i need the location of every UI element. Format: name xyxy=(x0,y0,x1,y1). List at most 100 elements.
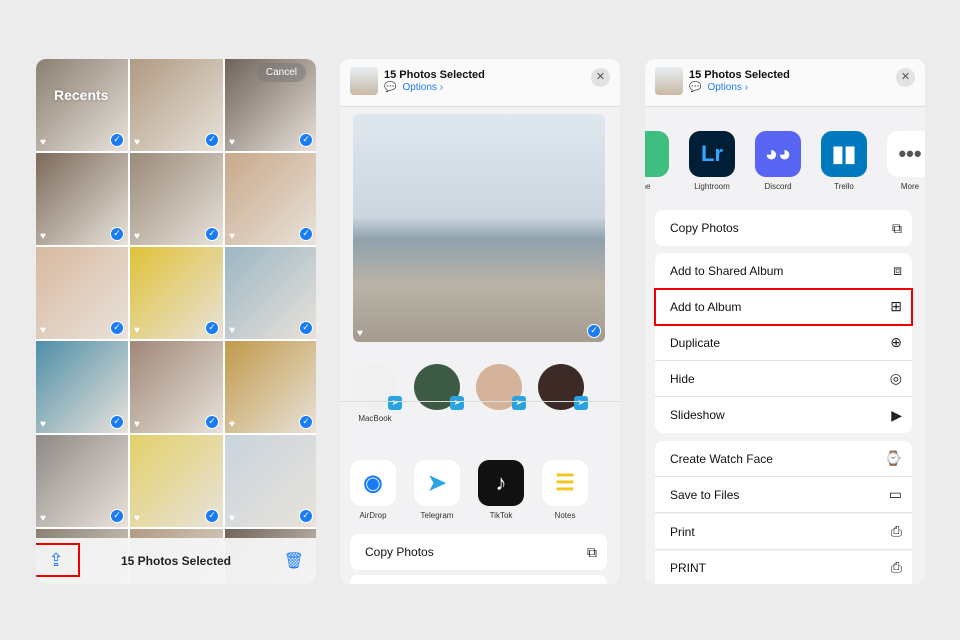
photo-thumbnail[interactable]: ♥ ✓ xyxy=(225,247,316,339)
photos-panel: ♥ ✓ ♥ ✓ ♥ ✓ ♥ ✓ ♥ ✓ ♥ ✓ ♥ ✓ ♥ ✓ ♥ ✓ ♥ ✓ ♥ ✓ ♥ ✓ ♥ ✓ ♥ ✓ ♥ ✓ Recents C… xyxy=(36,59,316,584)
photo-thumbnail[interactable]: ♥ ✓ xyxy=(130,341,223,433)
app-lightroom[interactable]: Lr Lightroom xyxy=(689,131,735,191)
checkmark-icon: ✓ xyxy=(205,415,219,429)
app-ne[interactable]: ne xyxy=(645,131,669,191)
app-more[interactable]: ••• More xyxy=(887,131,925,191)
checkmark-icon: ✓ xyxy=(299,133,313,147)
action-slideshow[interactable]: Slideshow ▶ xyxy=(655,397,912,433)
app-discord[interactable]: ◕◕ Discord xyxy=(755,131,801,191)
checkmark-icon: ✓ xyxy=(110,321,124,335)
discord-icon: ◕◕ xyxy=(755,131,801,177)
share-sheet-actions: 15 Photos Selected 💬Options › ✕ ne LrLigh… xyxy=(645,59,925,584)
photo-thumbnail[interactable]: ♥ ✓ xyxy=(225,435,316,527)
checkmark-icon: ✓ xyxy=(110,133,124,147)
notes-icon: ☰ xyxy=(542,460,588,506)
photo-thumbnail[interactable]: ♥ ✓ xyxy=(225,153,316,245)
checkmark-icon: ✓ xyxy=(299,227,313,241)
action-icon: ⌚ xyxy=(884,450,902,466)
heart-icon: ♥ xyxy=(134,513,140,524)
checkmark-icon: ✓ xyxy=(205,133,219,147)
heart-icon: ♥ xyxy=(229,137,235,148)
photo-thumbnail[interactable]: ♥ ✓ xyxy=(36,247,128,339)
action-icon: ◎ xyxy=(889,370,902,386)
app-telegram[interactable]: ➤ Telegram xyxy=(414,460,460,520)
bottom-toolbar: ⇪ 15 Photos Selected 🗑 xyxy=(36,538,316,584)
heart-icon: ♥ xyxy=(134,325,140,336)
heart-icon: ♥ xyxy=(134,231,140,242)
heart-icon: ♥ xyxy=(229,419,235,430)
share-button[interactable]: ⇪ xyxy=(36,543,80,577)
comment-icon: 💬 xyxy=(384,82,397,93)
action-icon: ⎙ xyxy=(890,559,902,575)
heart-icon: ♥ xyxy=(134,419,140,430)
share-sheet-preview: 15 Photos Selected 💬 Options › ✕ ✓ ♥ ➤ MacB… xyxy=(340,59,620,584)
checkmark-icon: ✓ xyxy=(205,227,219,241)
ne-icon xyxy=(645,131,669,177)
checkmark-icon: ✓ xyxy=(299,509,313,523)
photo-thumbnail[interactable]: ♥ ✓ xyxy=(36,435,128,527)
photo-thumbnail[interactable]: ♥ ✓ xyxy=(130,153,223,245)
app-airdrop[interactable]: ◉ AirDrop xyxy=(350,460,396,520)
photo-thumbnail[interactable]: ♥ ✓ xyxy=(36,153,128,245)
airdrop-icon: ◉ xyxy=(350,460,396,506)
action-save-to-files[interactable]: Save to Files ▭ xyxy=(655,477,912,513)
photo-thumbnail[interactable]: ♥ ✓ xyxy=(130,435,223,527)
share-icon: ⇪ xyxy=(48,549,64,570)
photo-thumbnail[interactable]: ♥ ✓ xyxy=(225,341,316,433)
checkmark-icon: ✓ xyxy=(205,509,219,523)
action-icon: ⧉ xyxy=(892,219,902,236)
options-link[interactable]: 💬 Options › xyxy=(689,82,748,93)
checkmark-icon: ✓ xyxy=(110,509,124,523)
checkmark-icon: ✓ xyxy=(205,321,219,335)
photo-thumbnail[interactable]: ♥ ✓ xyxy=(36,59,128,151)
tiktok-icon: ♪ xyxy=(478,460,524,506)
app-notes[interactable]: ☰ Notes xyxy=(542,460,588,520)
trello-icon: ▮▮ xyxy=(821,131,867,177)
action-icon: ⊕ xyxy=(890,334,902,350)
selection-thumbnail xyxy=(655,67,683,95)
checkmark-icon: ✓ xyxy=(110,227,124,241)
action-duplicate[interactable]: Duplicate ⊕ xyxy=(655,325,912,361)
sheet-title: 15 Photos Selected xyxy=(384,69,485,81)
sheet-header: 15 Photos Selected 💬 Options › ✕ xyxy=(645,59,925,107)
action-print[interactable]: PRINT ⎙ xyxy=(655,551,912,584)
telegram-icon: ➤ xyxy=(414,460,460,506)
action-copy-photos[interactable]: Copy Photos ⧉ xyxy=(655,210,912,246)
more-icon: ••• xyxy=(887,131,925,177)
heart-icon: ♥ xyxy=(229,325,235,336)
photo-thumbnail[interactable]: ♥ ✓ xyxy=(130,247,223,339)
heart-icon: ♥ xyxy=(229,231,235,242)
selection-thumbnail xyxy=(350,67,378,95)
trash-icon[interactable]: 🗑 xyxy=(284,551,304,571)
action-add-to-shared-album[interactable]: Add to Shared Album ⧈ xyxy=(655,253,912,289)
action-icon: ⧈ xyxy=(893,262,902,278)
heart-icon: ♥ xyxy=(229,513,235,524)
heart-icon: ♥ xyxy=(357,328,363,339)
copy-photos-action[interactable]: Copy Photos ⧉ xyxy=(350,534,607,570)
close-button[interactable]: ✕ xyxy=(896,68,915,87)
next-action[interactable] xyxy=(350,575,607,584)
checkmark-icon: ✓ xyxy=(299,321,313,335)
action-hide[interactable]: Hide ◎ xyxy=(655,361,912,397)
action-create-watch-face[interactable]: Create Watch Face ⌚ xyxy=(655,441,912,477)
checkmark-icon: ✓ xyxy=(299,415,313,429)
app-tiktok[interactable]: ♪ TikTok xyxy=(478,460,524,520)
app-trello[interactable]: ▮▮ Trello xyxy=(821,131,867,191)
comment-icon: 💬 xyxy=(689,82,702,93)
action-print[interactable]: Print ⎙ xyxy=(655,514,912,550)
photo-thumbnail[interactable]: ♥ ✓ xyxy=(36,341,128,433)
heart-icon: ♥ xyxy=(134,137,140,148)
photo-thumbnail[interactable]: ♥ ✓ xyxy=(130,59,223,151)
sheet-title: 15 Photos Selected xyxy=(689,69,790,81)
copy-icon: ⧉ xyxy=(587,543,597,560)
cancel-button[interactable]: Cancel xyxy=(256,63,306,82)
heart-icon: ♥ xyxy=(40,231,46,242)
options-link[interactable]: 💬 Options › xyxy=(384,82,443,93)
apps-row: ne LrLightroom ◕◕Discord ▮▮Trello •••More xyxy=(645,131,925,191)
sheet-header: 15 Photos Selected 💬 Options › ✕ xyxy=(340,59,620,107)
action-icon: ⊞ xyxy=(890,298,902,314)
close-button[interactable]: ✕ xyxy=(591,68,610,87)
action-add-to-album[interactable]: Add to Album ⊞ xyxy=(654,288,913,326)
action-icon: ▭ xyxy=(888,486,902,502)
photo-preview[interactable]: ✓ ♥ xyxy=(353,114,605,342)
